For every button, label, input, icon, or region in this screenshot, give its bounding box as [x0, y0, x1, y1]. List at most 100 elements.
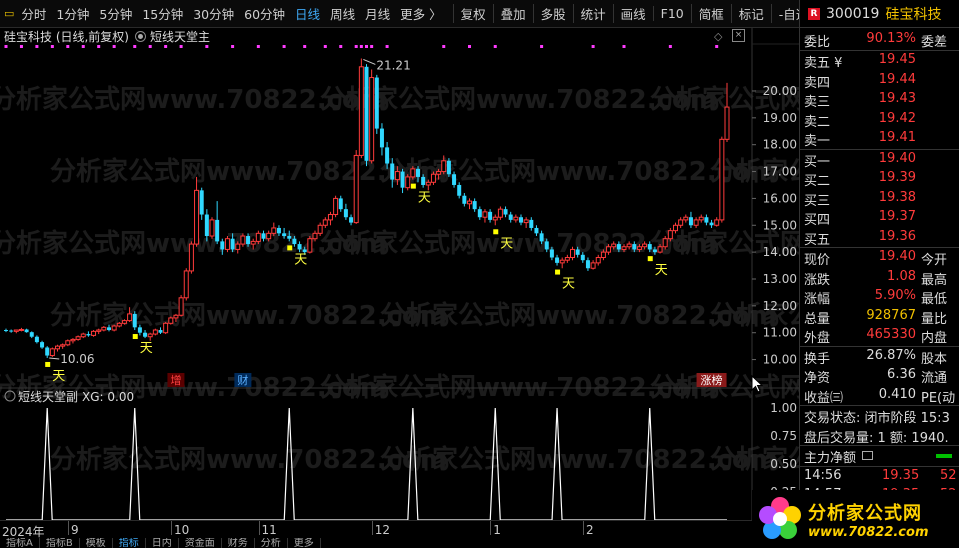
candle-up	[111, 325, 117, 331]
function-button-6[interactable]: 简框	[690, 4, 731, 23]
candle-up	[611, 243, 617, 248]
asks-row: 卖五 ¥ 19.45	[800, 51, 959, 71]
indicator-tab-1[interactable]: 指标B	[40, 538, 80, 548]
date-label: 11	[261, 523, 277, 537]
main-force-row[interactable]: 主力净额	[800, 446, 959, 466]
indicator-tab-5[interactable]: 资金面	[179, 538, 222, 548]
logo-title: 分析家公式网	[808, 502, 922, 524]
candle-up	[513, 216, 519, 221]
asks-value: 19.45	[878, 52, 916, 67]
indicator-tab-3[interactable]: 指标	[113, 538, 146, 548]
function-button-4[interactable]: 画线	[612, 4, 653, 23]
function-button-7[interactable]: 标记	[730, 4, 771, 23]
low-pointer	[49, 357, 60, 360]
watermark-logo: 分析家公式网 www.70822.com	[752, 490, 959, 548]
candle-down	[297, 244, 302, 250]
trade-status: 交易状态: 闭市阶段 15:3	[804, 411, 950, 426]
period-tab-0[interactable]: 分时	[16, 4, 51, 23]
signal-dot	[540, 45, 544, 48]
candle-up	[224, 238, 230, 250]
candle-up	[523, 219, 529, 224]
weibi-value: 90.13%	[866, 31, 916, 46]
candle-up	[152, 329, 158, 335]
candle-up	[636, 246, 642, 250]
signal-dot	[359, 45, 363, 48]
indicator-tab-6[interactable]: 财务	[222, 538, 255, 548]
signal-dot	[339, 45, 343, 48]
bid-book: 买一 19.40 买二 19.39 买三 19.38 买四 19.37 买五 19.36	[800, 150, 959, 248]
candle-down	[107, 327, 111, 331]
signal-dot	[323, 45, 327, 48]
candle-up	[724, 106, 730, 140]
signal-dot	[50, 45, 54, 48]
period-tab-8[interactable]: 月线	[360, 4, 395, 23]
period-tab-4[interactable]: 30分钟	[188, 4, 239, 23]
quote-label: 外盘	[804, 331, 831, 346]
indicator-tab-7[interactable]: 分析	[255, 538, 288, 548]
indicator-tab-0[interactable]: 指标A	[0, 538, 40, 548]
signal-marker	[287, 245, 293, 251]
candle-up	[606, 246, 612, 253]
candle-down	[158, 330, 163, 333]
candle-up	[358, 66, 364, 156]
price-tick: 11.00	[763, 326, 797, 340]
function-button-3[interactable]: 统计	[572, 4, 613, 23]
function-button-5[interactable]: F10	[652, 6, 691, 21]
period-tab-1[interactable]: 1分钟	[51, 4, 94, 23]
candle-down	[539, 233, 544, 242]
quote-stats: 现价 19.40 今开 涨跌 1.08 最高 涨幅 5.90% 最低 总量 928767 量比 外盘 46…	[800, 248, 959, 346]
fund-label: 换手	[804, 351, 831, 367]
sub-axis-tick: 0.75	[770, 429, 797, 443]
candle-down	[338, 198, 343, 210]
period-tab-3[interactable]: 15分钟	[137, 4, 188, 23]
candle-up	[595, 257, 601, 264]
candle-up	[683, 216, 689, 221]
kline-chart-panel[interactable]: 硅宝科技 (日线,前复权) 短线天堂主 ◇ × 分析家公式网www.70822.…	[0, 28, 799, 520]
candle-up	[369, 77, 375, 162]
sub-axis-tick: 1.00	[770, 401, 797, 415]
candle-up	[425, 181, 431, 186]
period-tab-7[interactable]: 周线	[325, 4, 360, 23]
after-hours-volume: 盘后交易量: 1 额: 1940.	[804, 430, 949, 446]
candle-up	[312, 232, 318, 240]
candle-down	[472, 201, 477, 210]
function-button-1[interactable]: 叠加	[492, 4, 533, 23]
signal-marker	[132, 334, 138, 340]
function-button-2[interactable]: 多股	[532, 4, 573, 23]
candle-up	[178, 297, 184, 316]
candle-up	[173, 314, 179, 319]
indicator-tab-2[interactable]: 模板	[80, 538, 113, 548]
window-icon[interactable]: ▭	[4, 4, 14, 24]
table-icon[interactable]	[862, 451, 873, 460]
candle-down	[287, 236, 292, 239]
candle-up	[678, 219, 684, 226]
candle-down	[34, 336, 39, 343]
fund-value: 0.410	[878, 386, 916, 402]
signal-dot	[354, 45, 358, 48]
signal-marker	[410, 183, 416, 189]
indicator-tab-4[interactable]: 日内	[146, 538, 179, 548]
candle-up	[250, 240, 256, 245]
asks-label: 卖一	[804, 134, 831, 149]
candle-down	[416, 168, 420, 177]
asks-value: 19.41	[878, 130, 916, 145]
candle-up	[430, 173, 436, 183]
signal-marker	[647, 256, 653, 262]
candle-up	[65, 340, 71, 346]
period-tab-2[interactable]: 5分钟	[94, 4, 137, 23]
candle-down	[364, 66, 369, 161]
period-tab-5[interactable]: 60分钟	[239, 4, 290, 23]
period-tab-9[interactable]: 更多 〉	[395, 4, 446, 23]
fund-value: 26.87%	[866, 347, 916, 363]
signal-dot	[715, 45, 719, 48]
asks-value: 19.43	[878, 91, 916, 106]
period-tab-6[interactable]: 日线	[290, 4, 325, 23]
asks-value: 19.42	[878, 110, 916, 126]
indicator-tab-8[interactable]: 更多	[288, 538, 321, 548]
signal-dot	[133, 45, 137, 48]
candle-down	[452, 174, 457, 185]
function-button-0[interactable]: 复权	[452, 4, 493, 23]
candle-up	[662, 238, 668, 248]
candle-down	[199, 190, 204, 215]
candle-up	[240, 235, 246, 245]
